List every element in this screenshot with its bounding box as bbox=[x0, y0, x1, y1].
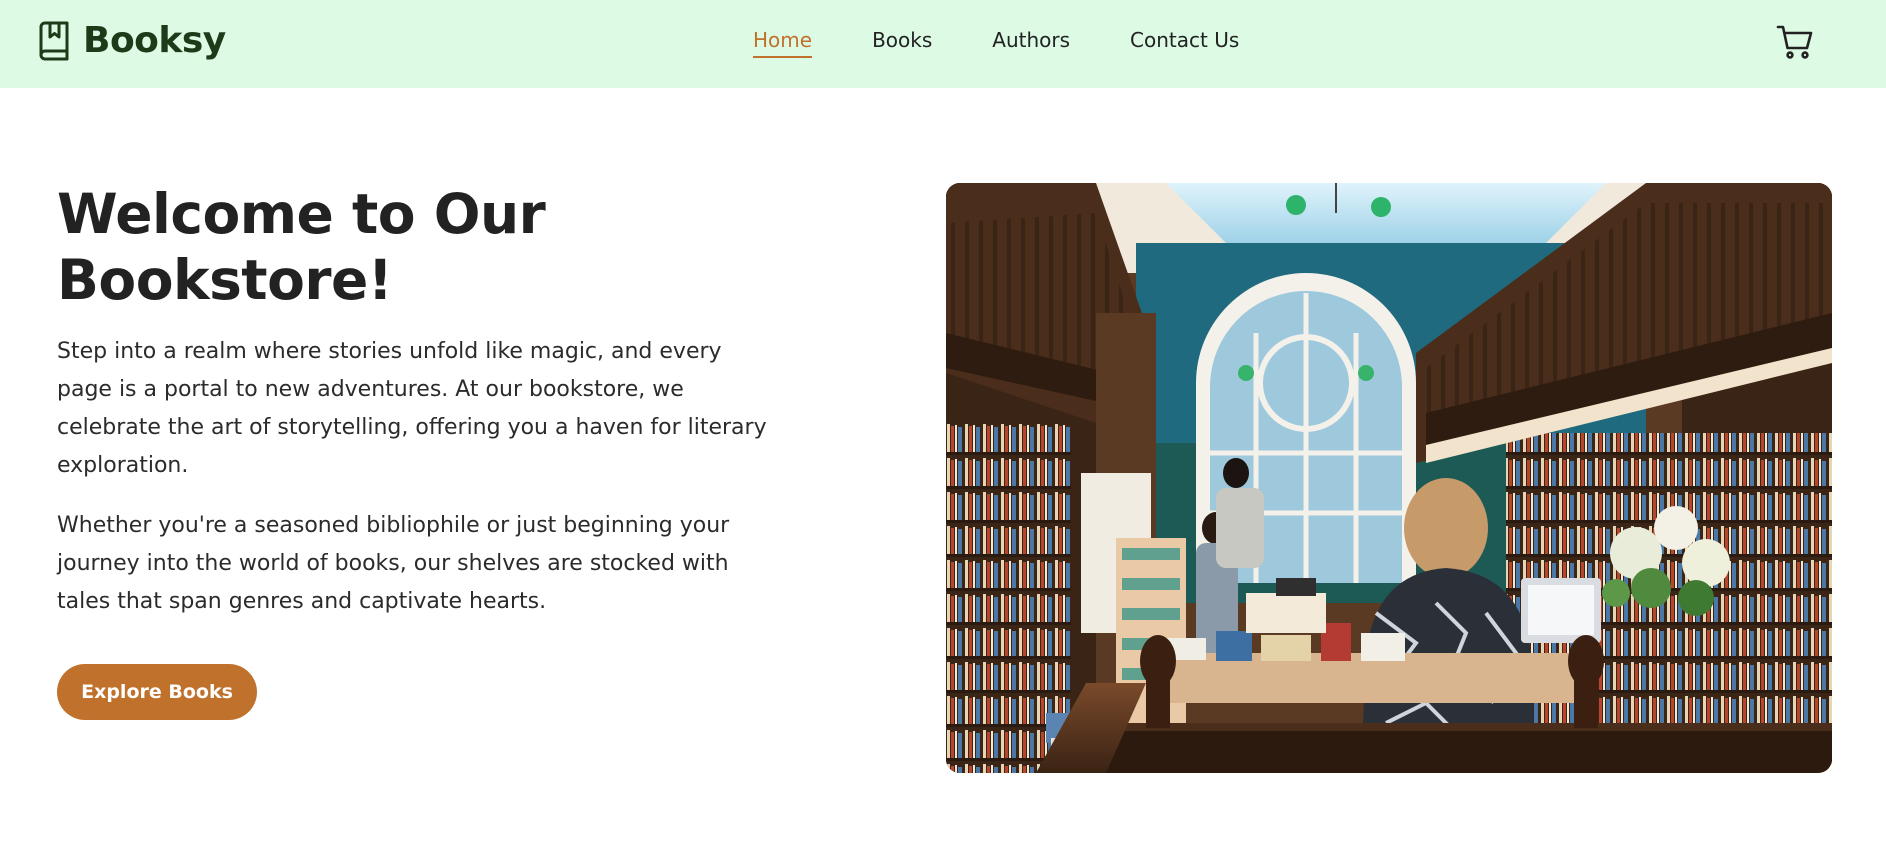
hero-bookstore-image bbox=[946, 183, 1832, 773]
brand-name: Booksy bbox=[83, 20, 226, 61]
hero-title: Welcome to Our Bookstore! bbox=[57, 182, 546, 312]
nav-link-authors[interactable]: Authors bbox=[992, 28, 1070, 58]
hero-section: Welcome to Our Bookstore! Step into a re… bbox=[57, 181, 777, 621]
main-nav: Home Books Authors Contact Us bbox=[753, 28, 1239, 58]
shopping-cart-icon[interactable] bbox=[1776, 24, 1814, 60]
nav-link-books[interactable]: Books bbox=[872, 28, 932, 58]
nav-link-contact-us[interactable]: Contact Us bbox=[1130, 28, 1239, 58]
site-header: Booksy Home Books Authors Contact Us bbox=[0, 0, 1886, 88]
hero-secondary-paragraph: Whether you're a seasoned bibliophile or… bbox=[57, 513, 730, 614]
nav-link-home[interactable]: Home bbox=[753, 28, 813, 58]
hero-intro-paragraph: Step into a realm where stories unfold l… bbox=[57, 339, 767, 478]
brand-logo-link[interactable]: Booksy bbox=[37, 20, 226, 61]
explore-books-button[interactable]: Explore Books bbox=[57, 664, 257, 720]
book-bookmark-icon bbox=[37, 21, 71, 61]
